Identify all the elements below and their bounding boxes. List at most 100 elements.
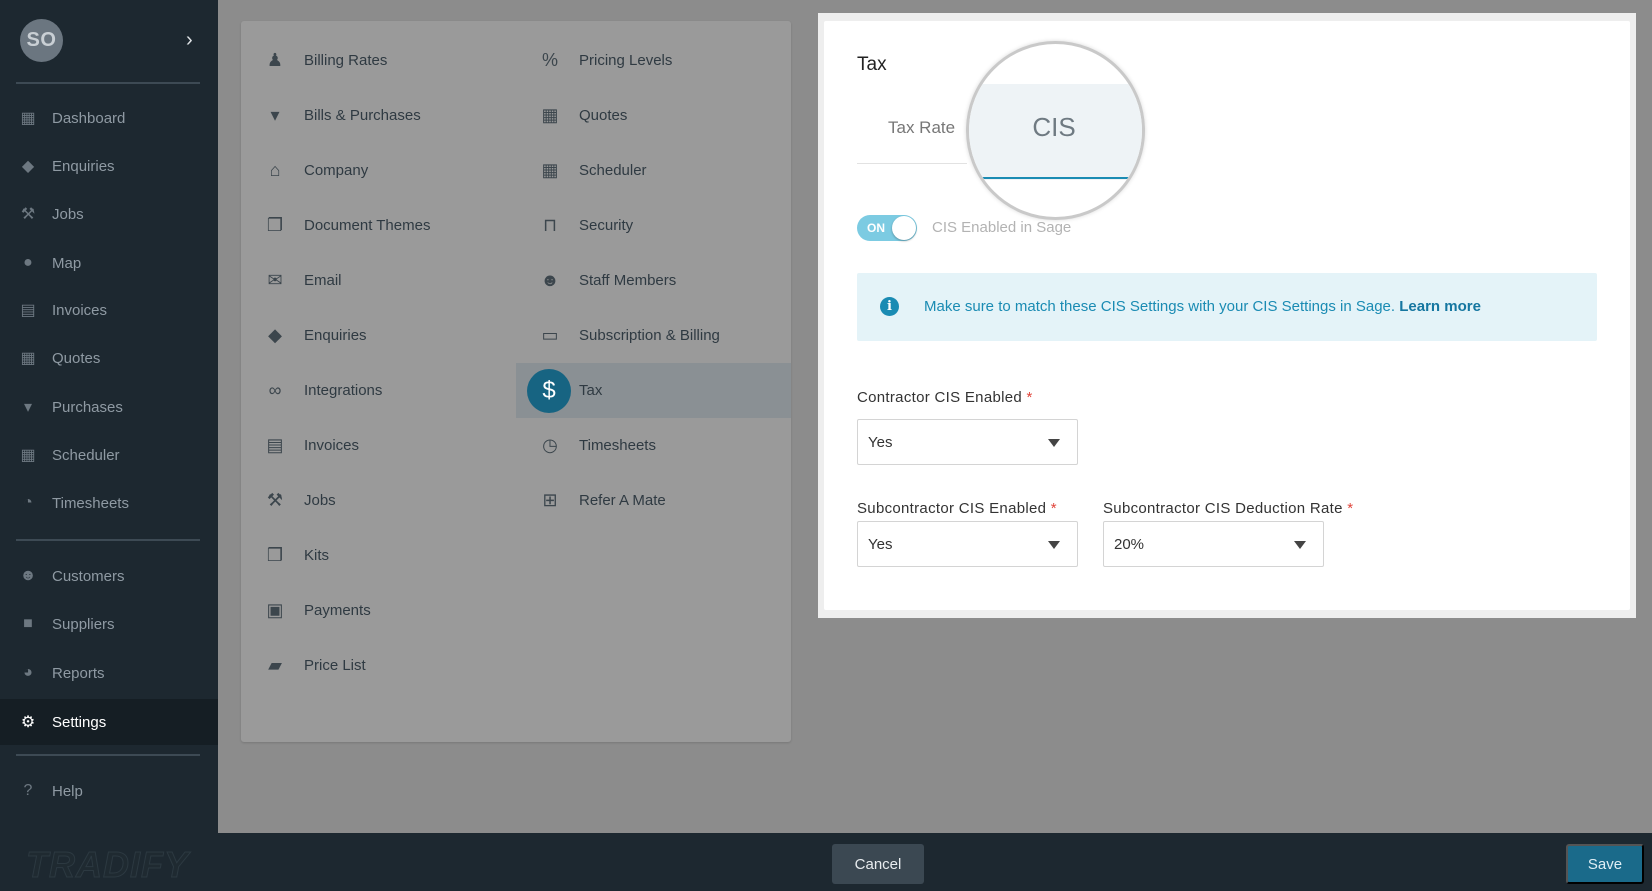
book-icon: ▰	[268, 655, 282, 675]
tab-tax-rate[interactable]: Tax Rate	[888, 118, 955, 138]
settings-item-label: Billing Rates	[304, 52, 388, 69]
sidebar-item-label: Scheduler	[52, 446, 120, 464]
users-icon: ☻	[19, 567, 37, 584]
person-icon: ♟	[266, 50, 284, 70]
settings-item-invoices[interactable]: ▤ Invoices	[241, 418, 516, 473]
contractor-cis-label: Contractor CIS Enabled *	[857, 389, 1033, 406]
sidebar-item-label: Dashboard	[52, 109, 126, 127]
sidebar-item-reports[interactable]: ◕ Reports	[0, 650, 218, 696]
cart-icon: ▾	[270, 105, 280, 125]
settings-item-label: Scheduler	[579, 162, 647, 179]
sidebar-item-map[interactable]: ● Map	[0, 240, 218, 286]
settings-item-staff-members[interactable]: ☻ Staff Members	[516, 253, 791, 308]
cancel-button[interactable]: Cancel	[832, 844, 924, 884]
settings-item-label: Subscription & Billing	[579, 327, 720, 344]
settings-item-integrations[interactable]: ∞ Integrations	[241, 363, 516, 418]
learn-more-link[interactable]: Learn more	[1399, 298, 1481, 315]
settings-item-label: Security	[579, 217, 634, 234]
clock-icon: ◷	[542, 435, 558, 455]
settings-item-label: Kits	[304, 547, 330, 564]
envelope-icon: ✉	[267, 270, 283, 290]
settings-item-scheduler[interactable]: ▦ Scheduler	[516, 143, 791, 198]
settings-item-document-themes[interactable]: ❐ Document Themes	[241, 198, 516, 253]
sidebar: SO › ▦ Dashboard ◆ Enquiries ⚒ Jobs ● Ma…	[0, 0, 218, 833]
home-icon: ⌂	[269, 160, 281, 180]
sidebar-item-customers[interactable]: ☻ Customers	[0, 553, 218, 599]
avatar[interactable]: SO	[20, 19, 63, 62]
settings-item-label: Payments	[304, 602, 371, 619]
select-value: 20%	[1114, 536, 1145, 553]
settings-item-subscription-billing[interactable]: ▭ Subscription & Billing	[516, 308, 791, 363]
action-bar	[0, 833, 1652, 891]
settings-item-bills-purchases[interactable]: ▾ Bills & Purchases	[241, 88, 516, 143]
toggle-knob	[892, 216, 916, 240]
settings-item-label: Quotes	[579, 107, 628, 124]
sidebar-item-label: Invoices	[52, 301, 108, 319]
sidebar-item-label: Timesheets	[52, 494, 129, 512]
dashboard-icon: ▦	[20, 110, 36, 127]
sidebar-item-suppliers[interactable]: ■ Suppliers	[0, 601, 218, 647]
sidebar-divider	[16, 82, 200, 84]
sidebar-item-enquiries[interactable]: ◆ Enquiries	[0, 143, 218, 189]
sidebar-item-settings[interactable]: ⚙ Settings	[0, 699, 218, 745]
select-value: Yes	[868, 434, 893, 451]
settings-item-price-list[interactable]: ▰ Price List	[241, 638, 516, 693]
active-tab-indicator	[969, 177, 1142, 179]
settings-item-label: Jobs	[304, 492, 336, 509]
settings-item-security[interactable]: ⊓ Security	[516, 198, 791, 253]
toggle-label: CIS Enabled in Sage	[932, 219, 1072, 236]
contractor-cis-select[interactable]: Yes	[857, 419, 1078, 465]
sidebar-item-invoices[interactable]: ▤ Invoices	[0, 287, 218, 333]
users-icon: ☻	[540, 270, 560, 290]
settings-item-label: Refer A Mate	[579, 492, 666, 509]
sidebar-item-scheduler[interactable]: ▦ Scheduler	[0, 432, 218, 478]
settings-item-label: Staff Members	[579, 272, 677, 289]
chevron-right-icon[interactable]: ›	[186, 28, 193, 52]
settings-item-jobs[interactable]: ⚒ Jobs	[241, 473, 516, 528]
calculator-icon: ▦	[20, 350, 36, 367]
settings-item-tax[interactable]: $ Tax	[516, 363, 791, 418]
tab-cis-label: CIS	[1032, 112, 1076, 142]
dollar-icon: $	[527, 368, 571, 413]
settings-item-quotes[interactable]: ▦ Quotes	[516, 88, 791, 143]
settings-item-payments[interactable]: ▣ Payments	[241, 583, 516, 638]
settings-item-label: Tax	[579, 382, 603, 399]
settings-item-email[interactable]: ✉ Email	[241, 253, 516, 308]
field-label-text: Subcontractor CIS Deduction Rate	[1103, 500, 1343, 517]
field-label-text: Subcontractor CIS Enabled	[857, 500, 1047, 517]
settings-item-refer-a-mate[interactable]: ⊞ Refer A Mate	[516, 473, 791, 528]
subcontractor-cis-select[interactable]: Yes	[857, 521, 1078, 567]
settings-item-label: Pricing Levels	[579, 52, 673, 69]
settings-item-timesheets[interactable]: ◷ Timesheets	[516, 418, 791, 473]
settings-item-pricing-levels[interactable]: % Pricing Levels	[516, 33, 791, 88]
settings-item-billing-rates[interactable]: ♟ Billing Rates	[241, 33, 516, 88]
sidebar-item-dashboard[interactable]: ▦ Dashboard	[0, 95, 218, 141]
tab-magnifier: CIS	[966, 41, 1145, 220]
deduction-rate-select[interactable]: 20%	[1103, 521, 1324, 567]
sidebar-item-label: Map	[52, 254, 82, 272]
percent-icon: %	[541, 50, 558, 70]
sidebar-item-quotes[interactable]: ▦ Quotes	[0, 335, 218, 381]
settings-item-label: Integrations	[304, 382, 383, 399]
brand-logo: TRADIFY	[26, 844, 189, 886]
sidebar-item-purchases[interactable]: ▾ Purchases	[0, 384, 218, 430]
settings-item-company[interactable]: ⌂ Company	[241, 143, 516, 198]
tags-icon: ◆	[21, 158, 35, 175]
subcontractor-cis-label: Subcontractor CIS Enabled *	[857, 500, 1057, 517]
info-text: Make sure to match these CIS Settings wi…	[924, 298, 1396, 315]
cis-enabled-toggle[interactable]: ON	[857, 215, 917, 241]
caret-down-icon	[1048, 439, 1060, 447]
settings-menu-panel: ♟ Billing Rates ▾ Bills & Purchases ⌂ Co…	[241, 21, 791, 742]
required-marker: *	[1026, 389, 1033, 406]
credit-card-icon: ▭	[541, 325, 559, 345]
page-title: Tax	[857, 54, 887, 75]
save-button[interactable]: Save	[1566, 844, 1644, 884]
sidebar-item-jobs[interactable]: ⚒ Jobs	[0, 191, 218, 237]
settings-item-kits[interactable]: ❒ Kits	[241, 528, 516, 583]
sidebar-item-label: Quotes	[52, 349, 101, 367]
sidebar-item-help[interactable]: ? Help	[0, 768, 218, 814]
sidebar-item-timesheets[interactable]: ◔ Timesheets	[0, 480, 218, 526]
calculator-icon: ▦	[541, 105, 559, 125]
settings-item-enquiries[interactable]: ◆ Enquiries	[241, 308, 516, 363]
copy-icon: ❐	[266, 215, 284, 235]
